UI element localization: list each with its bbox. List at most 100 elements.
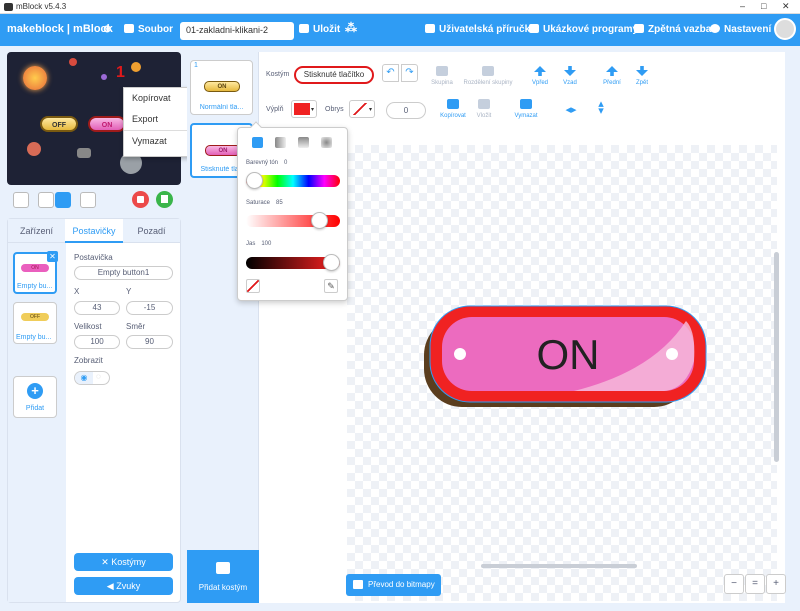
maximize-button[interactable]: □ (761, 1, 766, 11)
save-icon (299, 24, 309, 33)
no-color-swatch (352, 103, 368, 115)
small-stage-icon[interactable] (38, 192, 54, 208)
front-button[interactable]: Přední (595, 66, 629, 86)
project-name-input[interactable]: 01-zakladni-klikani-2 (180, 22, 294, 40)
outline-label: Obrys (325, 106, 344, 113)
green-flag-button[interactable] (156, 191, 173, 208)
group-button[interactable]: Skupina (425, 66, 459, 86)
brightness-knob[interactable] (323, 254, 340, 271)
copy-button[interactable]: Kopírovat (436, 99, 470, 119)
solid-fill-icon[interactable] (252, 137, 263, 148)
add-costume-button[interactable]: Přidat kostým (187, 550, 259, 603)
sprite-thumb-2[interactable]: OFF Empty bu... (13, 302, 57, 344)
speaker-icon: ◀ (106, 581, 117, 591)
planet-icon (131, 62, 141, 72)
settings-menu[interactable]: Nastavení (710, 24, 771, 35)
paste-button[interactable]: Vložit (467, 99, 501, 119)
fill-color-picker[interactable]: ▾ (291, 100, 317, 118)
avatar[interactable] (774, 18, 796, 40)
minimize-button[interactable]: – (740, 1, 745, 11)
tab-devices[interactable]: Zařízení (8, 219, 65, 243)
forward-button[interactable]: Vpřed (523, 66, 557, 86)
ungroup-button[interactable]: Rozdělení skupiny (459, 66, 517, 86)
add-sprite-button[interactable]: + Přidat (13, 376, 57, 418)
normal-stage-icon[interactable] (55, 192, 71, 208)
copy-label: Kopírovat (440, 113, 466, 119)
saturation-slider[interactable] (246, 212, 340, 229)
x-input[interactable]: 43 (74, 301, 120, 315)
y-input[interactable]: -15 (126, 301, 173, 315)
arrow-top-icon (606, 66, 618, 76)
share-icon[interactable]: ⁂ (345, 21, 357, 35)
flip-horizontal-icon[interactable]: ◂▸ (554, 103, 588, 116)
trash-icon (520, 99, 532, 109)
zoom-out-button[interactable]: − (724, 574, 744, 594)
horizontal-gradient-icon[interactable] (275, 137, 286, 148)
flip-vertical-icon[interactable]: ▴ ▾ (584, 99, 618, 117)
zoom-reset-button[interactable]: = (745, 574, 765, 594)
sounds-button[interactable]: ◀ Zvuky (74, 577, 173, 595)
costume-preview: ON (204, 81, 240, 92)
outline-color-picker[interactable]: ▾ (349, 100, 375, 118)
delete-button[interactable]: Vymazat (509, 99, 543, 119)
vertical-scrollbar[interactable] (774, 252, 779, 462)
chevron-down-icon: ▾ (368, 107, 372, 113)
planet-icon (101, 74, 107, 80)
sprite-thumb-label: Empty bu... (16, 334, 52, 341)
eyedropper-icon[interactable]: ✎ (324, 279, 338, 293)
menu-bar: makeblock | mBlock ⊕ Soubor Uložit ⁂ Uži… (0, 14, 800, 46)
fill-label: Výplň (266, 106, 284, 113)
backward-button[interactable]: Vzad (553, 66, 587, 86)
add-sprite-label: Přidat (25, 405, 45, 412)
no-color-button[interactable] (246, 279, 260, 293)
saturation-label-text: Saturace (246, 200, 271, 206)
costumes-button[interactable]: ✕ Kostýmy (74, 553, 173, 571)
planet-icon (69, 58, 77, 66)
close-icon[interactable]: ✕ (47, 251, 58, 262)
zoom-in-button[interactable]: + (766, 574, 786, 594)
hue-knob[interactable] (246, 172, 263, 189)
direction-input[interactable]: 90 (126, 335, 173, 349)
globe-icon[interactable]: ⊕ (103, 24, 111, 35)
horizontal-scrollbar[interactable] (481, 564, 637, 568)
outline-width-input[interactable]: 0 (386, 102, 426, 119)
costume-name-input[interactable]: Stisknuté tlačítko (294, 66, 374, 84)
eye-off-icon[interactable]: ◌ (96, 372, 101, 381)
hue-slider[interactable] (246, 172, 340, 189)
on-button-drawing[interactable]: ON (424, 301, 709, 413)
eye-icon[interactable]: ◉ (75, 372, 93, 384)
off-button-sprite[interactable]: OFF (40, 116, 78, 132)
save-menu[interactable]: Uložit (299, 24, 340, 35)
fullscreen-icon[interactable] (13, 192, 29, 208)
sprite-thumb-1[interactable]: ON Empty bu... ✕ (13, 251, 58, 294)
vertical-gradient-icon[interactable] (298, 137, 309, 148)
costume-thumb-1[interactable]: 1 ON Normální tla... (190, 60, 253, 115)
front-label: Přední (603, 80, 621, 86)
sprite-name-input[interactable]: Empty button1 (74, 266, 173, 280)
back-label: Zpět (635, 80, 648, 86)
file-menu[interactable]: Soubor (124, 24, 173, 35)
feedback-menu[interactable]: Zpětná vazba (634, 24, 711, 35)
size-input[interactable]: 100 (74, 335, 120, 349)
convert-bitmap-button[interactable]: Převod do bitmapy (346, 574, 441, 596)
hue-label-text: Barevný tón (246, 160, 279, 166)
stop-button[interactable] (132, 191, 149, 208)
visibility-toggle[interactable]: ◉ ◌ (74, 371, 110, 385)
undo-button[interactable]: ↶ (382, 64, 399, 82)
examples-menu[interactable]: Ukázkové programy (529, 24, 638, 35)
forward-label: Vpřed (531, 80, 548, 86)
radial-gradient-icon[interactable] (321, 137, 332, 148)
tab-sprites[interactable]: Postavičky (65, 219, 123, 243)
on-button-sprite[interactable]: ON (88, 116, 126, 132)
drawing-canvas[interactable]: ON (347, 145, 777, 601)
saturation-knob[interactable] (311, 212, 329, 229)
brightness-slider[interactable] (246, 254, 340, 271)
user-guide-menu[interactable]: Uživatelská příručka (425, 24, 536, 35)
tab-backdrops[interactable]: Pozadí (123, 219, 180, 243)
costume-label: Kostým (266, 71, 290, 78)
back-button[interactable]: Zpět (625, 66, 659, 86)
x-label: X (74, 287, 80, 296)
close-window-button[interactable]: ✕ (782, 1, 790, 12)
redo-button[interactable]: ↷ (401, 64, 418, 82)
grid-view-icon[interactable] (80, 192, 96, 208)
